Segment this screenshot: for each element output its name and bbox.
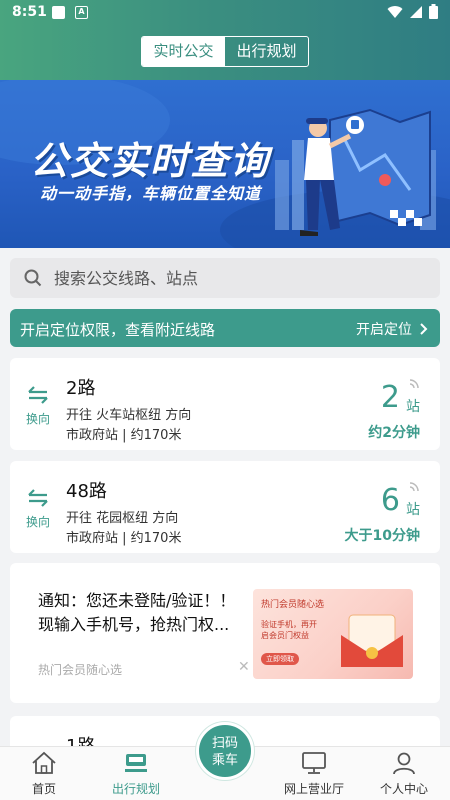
route-name: 48路 xyxy=(66,481,107,502)
swap-label: 换向 xyxy=(25,515,50,529)
swap-direction-button[interactable]: 换向 xyxy=(24,386,52,427)
status-bar: 8:51 A xyxy=(0,0,450,26)
ad-image[interactable]: 热门会员随心选 验证手机，再开启会员门权益 立即领取 xyxy=(253,589,413,679)
swap-direction-button[interactable]: 换向 xyxy=(24,489,52,530)
notification-icon xyxy=(52,6,65,19)
bus-stop-icon xyxy=(125,754,147,772)
wifi-icon xyxy=(387,5,403,18)
ad-card[interactable]: 通知：您还未登陆/验证！！现输入手机号，抢热门权... 热门会员随心选 ✕ 热门… xyxy=(10,563,440,703)
eta-stations: 2 xyxy=(380,380,400,415)
route-card[interactable]: 换向 2路 开往 火车站枢纽 方向 市政府站 | 约170米 2 站 约2分钟 xyxy=(10,358,440,450)
nav-trip-planning-label: 出行规划 xyxy=(111,782,160,796)
route-name: 2路 xyxy=(66,378,96,399)
chevron-right-icon xyxy=(420,323,428,335)
route-card[interactable]: 换向 48路 开往 花园枢纽 方向 市政府站 | 约170米 6 站 大于10分… xyxy=(10,461,440,553)
status-icons xyxy=(387,4,438,19)
nav-home-label: 首页 xyxy=(31,782,56,796)
red-envelope-icon xyxy=(341,614,403,667)
enable-location-label: 开启定位 xyxy=(356,322,412,338)
enable-location-button[interactable]: 开启定位 xyxy=(356,319,428,339)
nav-online-hall-label: 网上营业厅 xyxy=(283,782,344,796)
home-icon xyxy=(32,751,56,774)
route-direction: 开往 火车站枢纽 方向 xyxy=(66,408,192,423)
close-icon[interactable]: ✕ xyxy=(238,659,250,675)
user-icon xyxy=(393,752,415,775)
realtime-signal-icon xyxy=(409,379,419,389)
header: 8:51 A 实时公交 出行规划 xyxy=(0,0,450,80)
search-icon xyxy=(24,269,42,287)
tab-trip-planning[interactable]: 出行规划 xyxy=(225,37,308,66)
route-stop: 市政府站 | 约170米 xyxy=(66,428,182,443)
eta-time: 大于10分钟 xyxy=(344,528,420,544)
ad-image-subtitle: 验证手机，再开启会员门权益 xyxy=(261,620,317,640)
search-bar[interactable] xyxy=(10,258,440,298)
nav-profile-label: 个人中心 xyxy=(379,782,428,796)
nav-profile[interactable]: 个人中心 xyxy=(364,751,444,797)
location-prompt: 开启定位权限，查看附近线路 xyxy=(20,321,216,339)
ad-text: 通知：您还未登陆/验证！！现输入手机号，抢热门权... xyxy=(38,591,236,634)
monitor-icon xyxy=(302,752,326,774)
app-notification-icon: A xyxy=(75,6,88,19)
banner-title: 公交实时查询 xyxy=(30,139,271,183)
eta-stations: 6 xyxy=(380,483,400,518)
ad-image-title: 热门会员随心选 xyxy=(261,600,325,610)
scan-line2: 乘车 xyxy=(211,753,238,768)
status-time: 8:51 xyxy=(12,4,47,20)
tab-realtime-bus[interactable]: 实时公交 xyxy=(142,37,225,66)
nav-home[interactable]: 首页 xyxy=(4,751,84,797)
eta-unit: 站 xyxy=(406,502,420,518)
cellular-icon xyxy=(410,5,422,18)
swap-icon xyxy=(28,489,48,507)
eta-time: 约2分钟 xyxy=(368,425,420,441)
nav-online-hall[interactable]: 网上营业厅 xyxy=(274,751,354,797)
swap-label: 换向 xyxy=(25,412,50,426)
nav-trip-planning[interactable]: 出行规划 xyxy=(96,751,176,797)
scan-to-ride-button[interactable]: 扫码 乘车 xyxy=(196,722,254,780)
eta-unit: 站 xyxy=(406,399,420,415)
ad-source: 热门会员随心选 xyxy=(38,663,123,677)
realtime-signal-icon xyxy=(409,482,419,492)
ad-image-button: 立即领取 xyxy=(261,653,299,665)
promo-banner[interactable]: 公交实时查询 动一动手指，车辆位置全知道 xyxy=(0,80,450,248)
location-permission-bar[interactable]: 开启定位权限，查看附近线路 开启定位 xyxy=(10,309,440,347)
search-input[interactable] xyxy=(54,258,424,298)
mode-switch: 实时公交 出行规划 xyxy=(141,36,309,67)
banner-subtitle: 动一动手指，车辆位置全知道 xyxy=(40,184,262,203)
scan-line1: 扫码 xyxy=(211,736,238,751)
swap-icon xyxy=(28,386,48,404)
route-stop: 市政府站 | 约170米 xyxy=(66,531,182,546)
route-direction: 开往 花园枢纽 方向 xyxy=(66,511,179,526)
battery-icon xyxy=(429,4,438,19)
